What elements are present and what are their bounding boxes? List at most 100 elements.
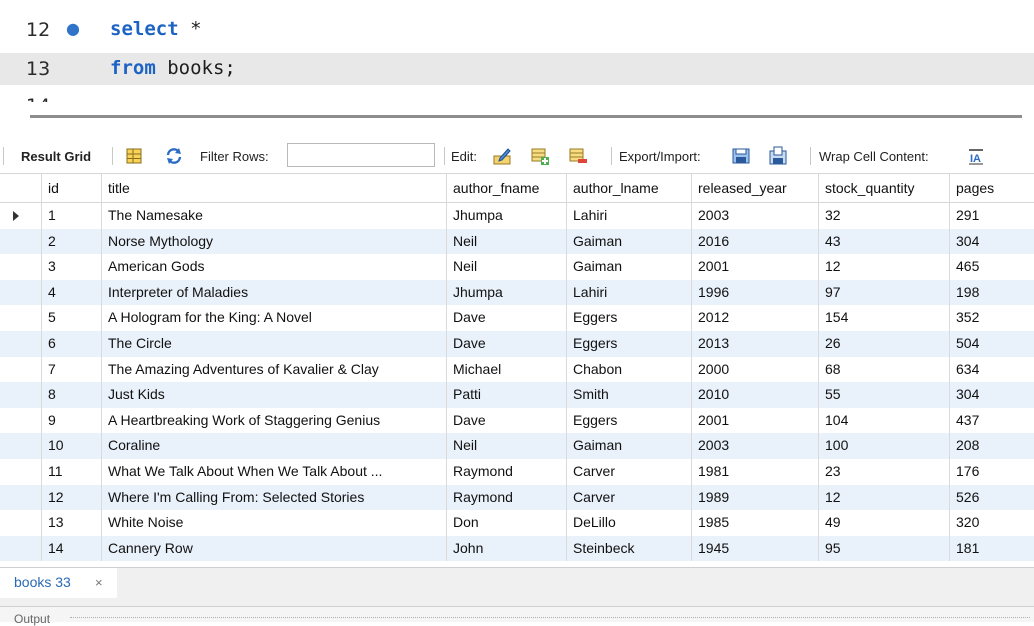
row-header[interactable] bbox=[0, 254, 42, 280]
column-header-stock-quantity[interactable]: stock_quantity bbox=[819, 174, 950, 202]
insert-row-icon[interactable] bbox=[530, 146, 550, 166]
cell-pages[interactable]: 465 bbox=[950, 254, 1034, 280]
cell-id[interactable]: 8 bbox=[42, 382, 102, 408]
cell-pages[interactable]: 437 bbox=[950, 408, 1034, 434]
row-header[interactable] bbox=[0, 484, 42, 511]
cell-author-fname[interactable]: Dave bbox=[447, 305, 567, 331]
row-header[interactable] bbox=[0, 356, 42, 383]
cell-author-fname[interactable]: Neil bbox=[447, 254, 567, 280]
cell-stock-quantity[interactable]: 55 bbox=[819, 382, 950, 408]
row-header[interactable] bbox=[0, 382, 42, 408]
cell-id[interactable]: 2 bbox=[42, 228, 102, 255]
cell-stock-quantity[interactable]: 97 bbox=[819, 279, 950, 306]
row-header[interactable] bbox=[0, 279, 42, 306]
table-row[interactable]: 2 Norse Mythology Neil Gaiman 2016 43 304 bbox=[0, 228, 1034, 255]
cell-stock-quantity[interactable]: 104 bbox=[819, 407, 950, 434]
cell-author-fname[interactable]: Raymond bbox=[447, 458, 567, 485]
cell-id[interactable]: 1 bbox=[42, 203, 102, 229]
cell-id[interactable]: 11 bbox=[42, 458, 102, 485]
cell-released-year[interactable]: 2003 bbox=[692, 203, 819, 229]
cell-title[interactable]: White Noise bbox=[102, 510, 447, 536]
cell-author-lname[interactable]: Chabon bbox=[567, 356, 692, 383]
cell-id[interactable]: 7 bbox=[42, 356, 102, 383]
editor-line-13[interactable]: 13 from books; bbox=[0, 53, 1034, 85]
cell-pages[interactable]: 176 bbox=[950, 459, 1034, 485]
cell-stock-quantity[interactable]: 100 bbox=[819, 433, 950, 459]
cell-released-year[interactable]: 2012 bbox=[692, 305, 819, 331]
cell-stock-quantity[interactable]: 12 bbox=[819, 254, 950, 280]
column-header-author-fname[interactable]: author_fname bbox=[447, 174, 567, 202]
refresh-icon[interactable] bbox=[164, 146, 184, 166]
close-icon[interactable]: × bbox=[95, 575, 103, 590]
cell-stock-quantity[interactable]: 43 bbox=[819, 228, 950, 255]
column-header-pages[interactable]: pages bbox=[950, 174, 1034, 202]
result-grid-button[interactable]: Result Grid bbox=[21, 149, 91, 164]
grid-layout-icon[interactable] bbox=[124, 146, 144, 166]
cell-author-fname[interactable]: Patti bbox=[447, 382, 567, 408]
cell-released-year[interactable]: 2001 bbox=[692, 407, 819, 434]
cell-pages[interactable]: 181 bbox=[950, 536, 1034, 562]
panel-splitter[interactable] bbox=[30, 115, 1022, 118]
cell-author-fname[interactable]: Michael bbox=[447, 356, 567, 383]
cell-id[interactable]: 4 bbox=[42, 279, 102, 306]
filter-rows-input[interactable] bbox=[287, 143, 435, 167]
cell-pages[interactable]: 304 bbox=[950, 229, 1034, 255]
cell-pages[interactable]: 352 bbox=[950, 305, 1034, 331]
cell-id[interactable]: 9 bbox=[42, 407, 102, 434]
cell-title[interactable]: Where I'm Calling From: Selected Stories bbox=[102, 484, 447, 511]
cell-author-lname[interactable]: Carver bbox=[567, 484, 692, 511]
table-row[interactable]: 11 What We Talk About When We Talk About … bbox=[0, 458, 1034, 485]
cell-title[interactable]: The Namesake bbox=[102, 203, 447, 229]
cell-id[interactable]: 13 bbox=[42, 510, 102, 536]
cell-author-lname[interactable]: Smith bbox=[567, 382, 692, 408]
row-header[interactable] bbox=[0, 433, 42, 459]
cell-pages[interactable]: 198 bbox=[950, 280, 1034, 306]
cell-released-year[interactable]: 2013 bbox=[692, 330, 819, 357]
cell-title[interactable]: Coraline bbox=[102, 433, 447, 459]
cell-author-lname[interactable]: Eggers bbox=[567, 330, 692, 357]
cell-id[interactable]: 3 bbox=[42, 254, 102, 280]
cell-stock-quantity[interactable]: 23 bbox=[819, 458, 950, 485]
table-row[interactable]: 5A Hologram for the King: A Novel Dave Egg… bbox=[0, 305, 1034, 331]
sql-editor[interactable]: 12 ● select * 13 from books; 14 bbox=[0, 0, 1034, 102]
cell-author-lname[interactable]: Steinbeck bbox=[567, 535, 692, 562]
cell-pages[interactable]: 304 bbox=[950, 382, 1034, 408]
cell-author-fname[interactable]: Neil bbox=[447, 433, 567, 459]
column-header-author-lname[interactable]: author_lname bbox=[567, 174, 692, 202]
cell-stock-quantity[interactable]: 12 bbox=[819, 484, 950, 511]
column-header-title[interactable]: title bbox=[102, 174, 447, 202]
table-row[interactable]: 4 Interpreter of Maladies Jhumpa Lahiri 1996… bbox=[0, 279, 1034, 306]
cell-pages[interactable]: 208 bbox=[950, 433, 1034, 459]
cell-released-year[interactable]: 2000 bbox=[692, 356, 819, 383]
delete-row-icon[interactable] bbox=[568, 146, 588, 166]
cell-author-fname[interactable]: Raymond bbox=[447, 484, 567, 511]
cell-id[interactable]: 5 bbox=[42, 305, 102, 331]
cell-title[interactable]: The Circle bbox=[102, 330, 447, 357]
cell-stock-quantity[interactable]: 26 bbox=[819, 330, 950, 357]
row-header[interactable] bbox=[0, 305, 42, 331]
cell-stock-quantity[interactable]: 32 bbox=[819, 203, 950, 229]
cell-id[interactable]: 12 bbox=[42, 484, 102, 511]
cell-stock-quantity[interactable]: 68 bbox=[819, 356, 950, 383]
export-icon[interactable] bbox=[731, 146, 751, 166]
table-row[interactable]: 6 The Circle Dave Eggers 2013 26 504 bbox=[0, 330, 1034, 357]
cell-author-lname[interactable]: Lahiri bbox=[567, 203, 692, 229]
table-row[interactable]: 8 Just Kids Patti Smith 2010 55 304 bbox=[0, 382, 1034, 408]
cell-author-fname[interactable]: Don bbox=[447, 510, 567, 536]
row-header[interactable] bbox=[0, 458, 42, 485]
cell-title[interactable]: What We Talk About When We Talk About ..… bbox=[102, 458, 447, 485]
cell-released-year[interactable]: 1945 bbox=[692, 535, 819, 562]
cell-id[interactable]: 10 bbox=[42, 433, 102, 459]
edit-row-icon[interactable] bbox=[492, 146, 512, 166]
cell-author-lname[interactable]: Eggers bbox=[567, 305, 692, 331]
row-header[interactable] bbox=[0, 228, 42, 255]
table-row[interactable]: 14 Cannery Row John Steinbeck 1945 95 181 bbox=[0, 535, 1034, 562]
cell-stock-quantity[interactable]: 95 bbox=[819, 535, 950, 562]
cell-author-fname[interactable]: Dave bbox=[447, 330, 567, 357]
cell-author-lname[interactable]: Eggers bbox=[567, 407, 692, 434]
wrap-text-icon[interactable]: IA bbox=[966, 146, 986, 166]
cell-released-year[interactable]: 1985 bbox=[692, 510, 819, 536]
cell-author-lname[interactable]: Gaiman bbox=[567, 228, 692, 255]
table-row[interactable]: 3 American Gods Neil Gaiman 2001 12 465 bbox=[0, 254, 1034, 280]
row-header[interactable] bbox=[0, 330, 42, 357]
